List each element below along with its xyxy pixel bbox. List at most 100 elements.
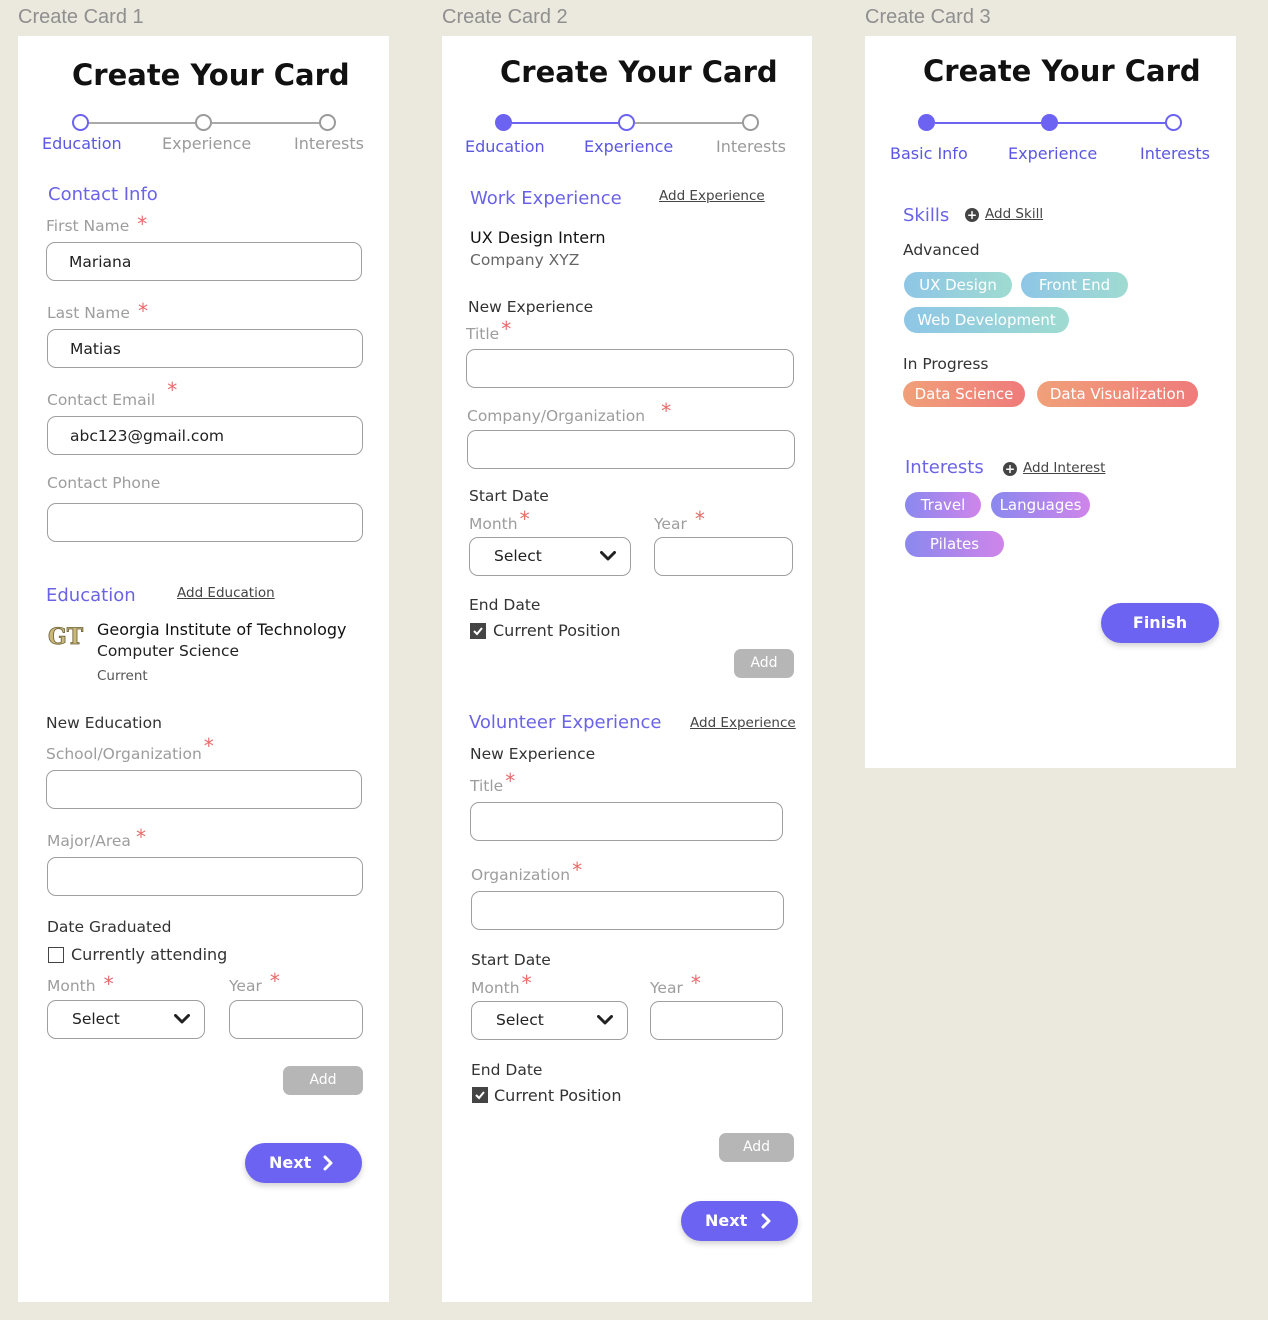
volunteer-title-input[interactable]	[470, 802, 783, 841]
section-volunteer-experience: Volunteer Experience	[469, 712, 662, 733]
step-dot-interests[interactable]	[1165, 114, 1182, 131]
interest-chip-languages[interactable]: Languages	[991, 492, 1090, 518]
start-date-heading: Start Date	[469, 487, 549, 505]
school-logo: GT	[47, 623, 87, 651]
section-work-experience: Work Experience	[470, 188, 622, 209]
card-1: Create Your Card Education Experience In…	[18, 36, 389, 1302]
check-icon	[473, 627, 483, 636]
school-logo-text: GT	[48, 624, 84, 649]
next-button[interactable]: Next	[681, 1201, 798, 1241]
step-label-interests[interactable]: Interests	[1140, 144, 1210, 163]
frame-label-2: Create Card 2	[442, 6, 568, 28]
step-label-interests[interactable]: Interests	[716, 137, 786, 156]
step-dot-interests[interactable]	[742, 114, 759, 131]
step-dot-education[interactable]	[495, 114, 512, 131]
current-position-label-2: Current Position	[494, 1086, 622, 1105]
required-marker: *	[521, 971, 532, 995]
skill-chip-data-visualization[interactable]: Data Visualization	[1037, 381, 1198, 407]
step-dot-education[interactable]	[72, 114, 89, 131]
month-label: Month *	[47, 972, 114, 996]
step-dot-experience[interactable]	[618, 114, 635, 131]
finish-button[interactable]: Finish	[1101, 603, 1219, 643]
add-interest-link[interactable]: Add Interest	[1023, 460, 1105, 476]
step-dot-experience[interactable]	[1041, 114, 1058, 131]
required-marker: *	[203, 734, 214, 758]
chevron-right-icon	[323, 1155, 333, 1171]
last-name-input[interactable]	[47, 329, 363, 368]
end-date-heading-2: End Date	[471, 1061, 543, 1079]
month-select-2[interactable]: Select	[471, 1001, 628, 1040]
skill-chip-ux-design[interactable]: UX Design	[904, 272, 1012, 298]
add-education-link[interactable]: Add Education	[177, 585, 275, 601]
month-select[interactable]: Select	[47, 1000, 205, 1039]
month-select-value: Select	[496, 1011, 544, 1029]
new-education-heading: New Education	[46, 714, 162, 732]
add-education-button[interactable]: Add	[283, 1066, 363, 1095]
contact-email-input[interactable]	[47, 416, 363, 455]
school-organization-input[interactable]	[46, 770, 362, 809]
year-input-2[interactable]	[650, 1001, 783, 1040]
new-volunteer-experience-heading: New Experience	[470, 745, 596, 763]
organization-input[interactable]	[471, 891, 784, 930]
first-name-label: First Name *	[46, 212, 148, 236]
skill-chip-web-development[interactable]: Web Development	[904, 307, 1069, 333]
step-label-interests[interactable]: Interests	[294, 134, 364, 153]
next-button[interactable]: Next	[245, 1143, 362, 1183]
company-organization-input[interactable]	[467, 430, 795, 469]
first-name-input[interactable]	[46, 242, 362, 281]
step-label-experience[interactable]: Experience	[1008, 144, 1097, 163]
section-education: Education	[46, 585, 136, 606]
step-connector	[1058, 122, 1175, 124]
card-3: Create Your Card Basic Info Experience I…	[865, 36, 1236, 768]
step-label-basic-info[interactable]: Basic Info	[890, 144, 968, 163]
experience-company: Company XYZ	[470, 251, 580, 269]
step-label-experience[interactable]: Experience	[584, 137, 673, 156]
required-marker: *	[505, 769, 516, 793]
add-volunteer-experience-link[interactable]: Add Experience	[690, 715, 796, 731]
year-input[interactable]	[229, 1000, 363, 1039]
month-select[interactable]: Select	[469, 537, 631, 576]
required-marker: *	[501, 317, 512, 341]
current-position-checkbox-2[interactable]	[472, 1087, 488, 1103]
contact-email-label: Contact Email *	[47, 378, 178, 409]
step-dot-experience[interactable]	[195, 114, 212, 131]
month-select-value: Select	[494, 547, 542, 565]
add-volunteer-experience-button[interactable]: Add	[719, 1133, 794, 1162]
add-work-experience-button[interactable]: Add	[734, 649, 794, 678]
year-input[interactable]	[654, 537, 793, 576]
step-dot-interests[interactable]	[319, 114, 336, 131]
work-title-input[interactable]	[466, 349, 794, 388]
step-label-education[interactable]: Education	[465, 137, 545, 156]
end-date-heading: End Date	[469, 596, 541, 614]
required-marker: *	[661, 399, 672, 423]
add-skill-icon[interactable]: +	[965, 208, 979, 222]
chevron-down-icon	[600, 551, 616, 561]
required-marker: *	[572, 858, 583, 882]
year-label-2: Year *	[650, 971, 701, 997]
advanced-heading: Advanced	[903, 241, 980, 259]
step-label-experience[interactable]: Experience	[162, 134, 251, 153]
currently-attending-checkbox[interactable]	[48, 947, 64, 963]
step-dot-basic-info[interactable]	[918, 114, 935, 131]
interest-chip-pilates[interactable]: Pilates	[905, 531, 1004, 557]
add-skill-link[interactable]: Add Skill	[985, 206, 1043, 222]
add-experience-link[interactable]: Add Experience	[659, 188, 765, 204]
skill-chip-front-end[interactable]: Front End	[1021, 272, 1128, 298]
interest-chip-travel[interactable]: Travel	[905, 492, 981, 518]
experience-title: UX Design Intern	[470, 228, 606, 247]
skill-chip-data-science[interactable]: Data Science	[903, 381, 1025, 407]
chevron-right-icon	[761, 1213, 771, 1229]
required-marker: *	[137, 212, 148, 236]
section-skills: Skills	[903, 205, 950, 226]
step-label-education[interactable]: Education	[42, 134, 122, 153]
required-marker: *	[137, 299, 148, 323]
current-position-checkbox[interactable]	[470, 623, 486, 639]
currently-attending-label: Currently attending	[71, 945, 228, 964]
page-title: Create Your Card	[72, 58, 350, 92]
add-interest-icon[interactable]: +	[1003, 462, 1017, 476]
school-status: Current	[97, 668, 148, 684]
required-marker: *	[694, 507, 705, 531]
major-area-input[interactable]	[47, 857, 363, 896]
title-label: Title *	[466, 317, 512, 343]
contact-phone-input[interactable]	[47, 503, 363, 542]
